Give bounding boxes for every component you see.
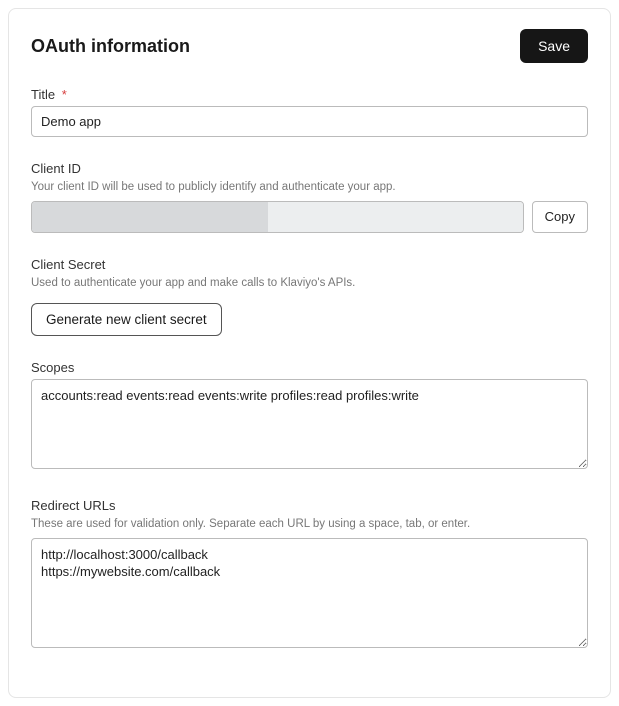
copy-button[interactable]: Copy	[532, 201, 588, 233]
required-star: *	[62, 87, 67, 102]
header-row: OAuth information Save	[31, 29, 588, 63]
title-field: Title *	[31, 87, 588, 137]
generate-secret-button[interactable]: Generate new client secret	[31, 303, 222, 336]
client-secret-label: Client Secret	[31, 257, 588, 272]
client-secret-field: Client Secret Used to authenticate your …	[31, 257, 588, 336]
label-text: Title	[31, 87, 55, 102]
client-id-label: Client ID	[31, 161, 588, 176]
client-id-help: Your client ID will be used to publicly …	[31, 180, 588, 195]
client-id-empty	[268, 202, 523, 232]
client-id-redacted	[32, 202, 268, 232]
page-title: OAuth information	[31, 36, 190, 57]
save-button[interactable]: Save	[520, 29, 588, 63]
redirect-urls-help: These are used for validation only. Sepa…	[31, 517, 588, 532]
scopes-label: Scopes	[31, 360, 588, 375]
client-id-row: Copy	[31, 201, 588, 233]
client-id-value	[31, 201, 524, 233]
title-label: Title *	[31, 87, 588, 102]
redirect-urls-label: Redirect URLs	[31, 498, 588, 513]
client-secret-help: Used to authenticate your app and make c…	[31, 276, 588, 291]
scopes-textarea[interactable]	[31, 379, 588, 469]
scopes-field: Scopes	[31, 360, 588, 474]
client-id-field: Client ID Your client ID will be used to…	[31, 161, 588, 233]
redirect-urls-field: Redirect URLs These are used for validat…	[31, 498, 588, 653]
title-input[interactable]	[31, 106, 588, 137]
oauth-card: OAuth information Save Title * Client ID…	[8, 8, 611, 698]
